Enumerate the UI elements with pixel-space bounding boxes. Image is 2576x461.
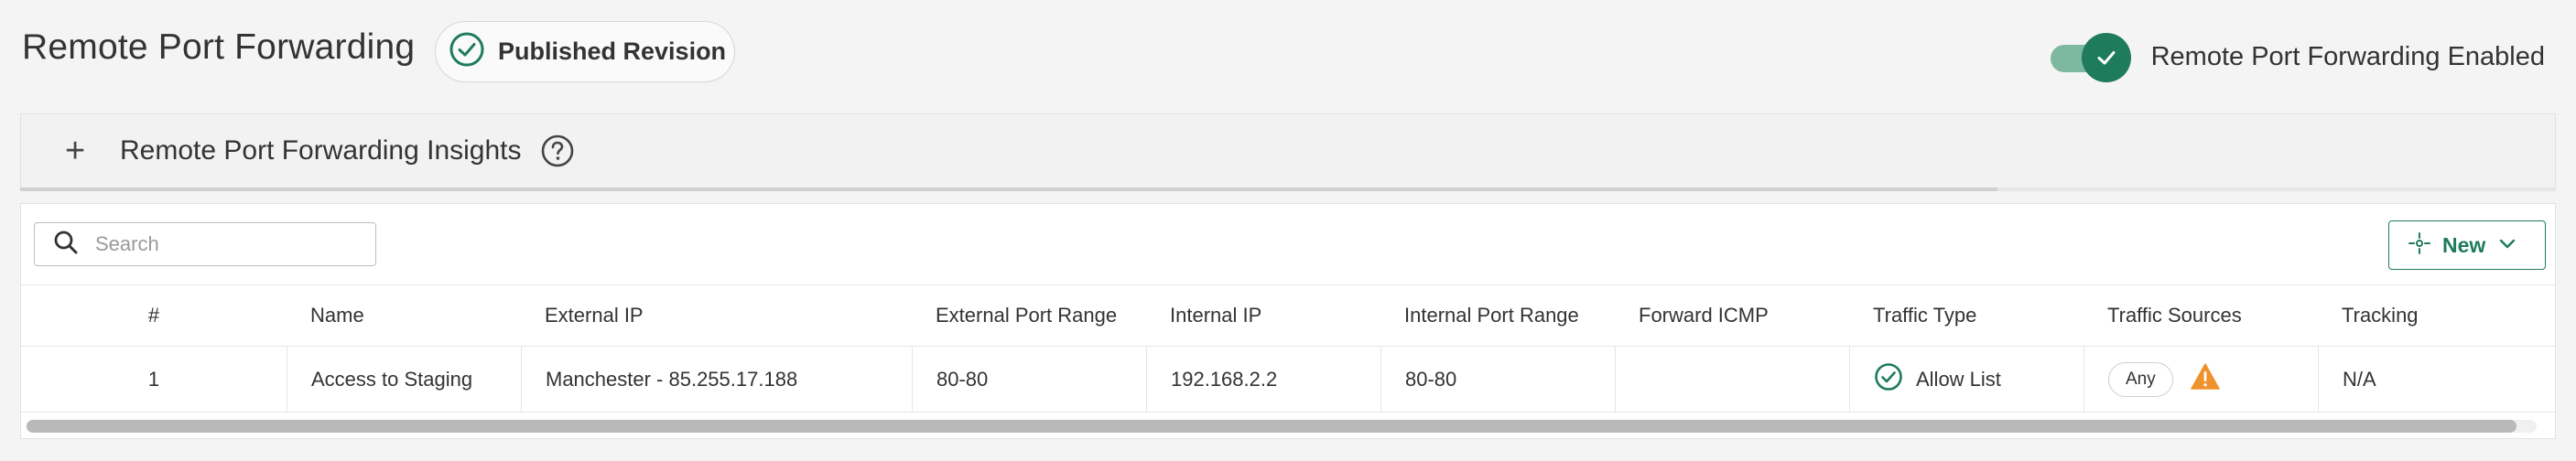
insights-label: Remote Port Forwarding Insights [120,135,522,166]
rules-table-card: New # Name External IP External Port Ran… [20,203,2556,439]
cell-num: 1 [147,367,160,391]
check-circle-icon [1874,362,1903,397]
traffic-source-pill[interactable]: Any [2108,361,2173,397]
search-icon [53,230,79,260]
column-header-name[interactable]: Name [287,285,521,346]
cell-internal-port-range: 80-80 [1380,347,1615,412]
search-box[interactable] [34,222,376,266]
toggle-label: Remote Port Forwarding Enabled [2150,41,2545,71]
search-input[interactable] [95,232,370,256]
cell-tracking: N/A [2318,347,2552,412]
check-icon [2097,51,2116,65]
toggle-knob [2081,33,2131,82]
cell-internal-ip: 192.168.2.2 [1146,347,1380,412]
cell-name: Access to Staging [287,347,521,412]
cell-traffic-type: Allow List [1849,347,2084,412]
warning-icon [2190,362,2221,397]
cell-external-port-range: 80-80 [912,347,1146,412]
port-forwarding-toggle[interactable] [2050,31,2133,82]
cell-external-ip: Manchester - 85.255.17.188 [521,347,912,412]
column-header-external-port-range[interactable]: External Port Range [912,285,1146,346]
column-header-forward-icmp[interactable]: Forward ICMP [1615,285,1849,346]
plus-icon[interactable]: + [65,134,120,168]
cell-traffic-sources: Any [2084,347,2318,412]
column-header-external-ip[interactable]: External IP [521,285,912,346]
crosshair-sparkle-icon [2408,231,2431,260]
column-header-traffic-type[interactable]: Traffic Type [1849,285,2084,346]
new-button[interactable]: New [2388,220,2546,270]
table-row[interactable]: 1 Access to Staging Manchester - 85.255.… [21,347,2555,413]
insights-panel[interactable]: + Remote Port Forwarding Insights [20,113,2556,188]
column-header-internal-ip[interactable]: Internal IP [1146,285,1380,346]
chevron-down-icon [2496,232,2518,259]
cell-forward-icmp [1615,347,1849,412]
column-header-tracking[interactable]: Tracking [2318,285,2552,346]
horizontal-scrollbar[interactable] [27,420,2537,433]
enable-toggle-group: Remote Port Forwarding Enabled [2050,31,2545,82]
remote-port-forwarding-page: Remote Port Forwarding Published Revisio… [0,0,2576,461]
page-title: Remote Port Forwarding [22,27,416,67]
new-button-label: New [2442,232,2486,257]
table-header: # Name External IP External Port Range I… [21,284,2555,347]
published-revision-badge: Published Revision [435,21,735,82]
column-header-num[interactable]: # [21,285,287,346]
check-circle-icon [449,31,485,72]
column-header-internal-port-range[interactable]: Internal Port Range [1380,285,1615,346]
column-header-traffic-sources[interactable]: Traffic Sources [2084,285,2318,346]
question-circle-icon[interactable] [540,134,575,168]
insights-divider [20,188,2556,191]
scrollbar-thumb[interactable] [27,420,2516,433]
badge-label: Published Revision [498,38,727,65]
traffic-type-label: Allow List [1916,367,2001,391]
